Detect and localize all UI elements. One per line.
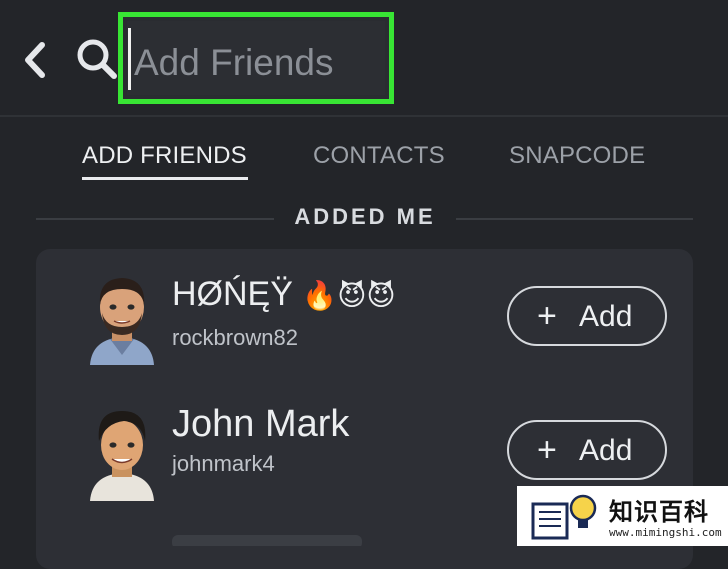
watermark-url: www.mimingshi.com xyxy=(609,526,722,539)
add-button-label: Add xyxy=(579,434,633,467)
search-icon xyxy=(74,36,120,82)
friend-display-name: John Mark xyxy=(172,403,350,445)
add-button-label: Add xyxy=(579,300,633,333)
plus-icon: + xyxy=(537,431,557,469)
text-cursor xyxy=(128,28,131,90)
chevron-left-icon xyxy=(25,42,45,78)
avatar[interactable] xyxy=(72,265,172,365)
active-tab-indicator xyxy=(82,177,248,180)
back-button[interactable] xyxy=(18,38,54,82)
watermark-logo: 知识百科 www.mimingshi.com xyxy=(517,486,728,546)
tab-snapcode[interactable]: SNAPCODE xyxy=(509,142,645,170)
friend-username: rockbrown82 xyxy=(172,325,298,350)
friend-display-name: HØŃĘŸ 🔥😈😈 xyxy=(172,275,396,314)
book-lightbulb-icon xyxy=(531,494,597,540)
emoji-fire-devil-icon: 🔥😈😈 xyxy=(302,280,396,311)
friend-username: johnmark4 xyxy=(172,451,275,476)
section-divider-right xyxy=(456,218,693,220)
add-friend-button[interactable]: + Add xyxy=(507,286,667,346)
friend-display-name-text: HØŃĘŸ xyxy=(172,275,293,313)
avatar[interactable] xyxy=(72,401,172,501)
list-item: HØŃĘŸ 🔥😈😈 rockbrown82 + Add xyxy=(36,259,693,389)
tab-contacts[interactable]: CONTACTS xyxy=(313,142,445,170)
section-divider-left xyxy=(36,218,274,220)
add-friend-button[interactable]: + Add xyxy=(507,420,667,480)
add-friends-search-input[interactable] xyxy=(134,36,384,90)
section-title: ADDED ME xyxy=(294,204,436,229)
plus-icon: + xyxy=(537,297,557,335)
watermark-title: 知识百科 xyxy=(609,498,709,526)
tab-add-friends[interactable]: ADD FRIENDS xyxy=(82,142,247,170)
partial-row-placeholder xyxy=(172,535,362,546)
